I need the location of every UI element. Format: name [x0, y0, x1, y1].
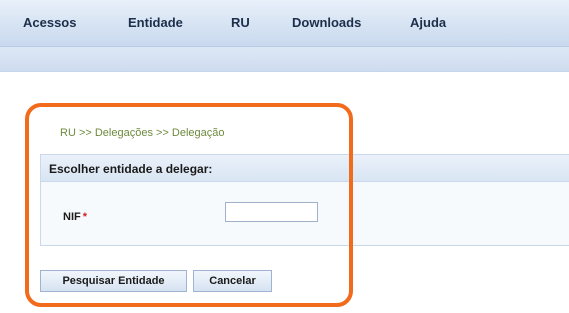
nif-label: NIF *: [63, 211, 87, 223]
required-marker: *: [82, 211, 88, 223]
nav-item-ajuda[interactable]: Ajuda: [410, 15, 446, 30]
delegation-form-panel: Escolher entidade a delegar: NIF *: [40, 154, 569, 246]
cancel-button[interactable]: Cancelar: [193, 270, 272, 292]
nav-item-entidade[interactable]: Entidade: [128, 15, 183, 30]
top-navigation-bar: Acessos Entidade RU Downloads Ajuda: [0, 0, 569, 47]
page: Acessos Entidade RU Downloads Ajuda RU >…: [0, 0, 569, 313]
nif-label-text: NIF: [63, 211, 81, 223]
nav-item-acessos[interactable]: Acessos: [23, 15, 76, 30]
panel-header: Escolher entidade a delegar:: [41, 155, 569, 182]
nav-item-ru[interactable]: RU: [231, 15, 250, 30]
search-entity-button[interactable]: Pesquisar Entidade: [40, 270, 187, 292]
nav-item-downloads[interactable]: Downloads: [292, 15, 361, 30]
sub-navigation-bar: [0, 47, 569, 72]
breadcrumb: RU >> Delegações >> Delegação: [60, 127, 225, 139]
nif-input[interactable]: [225, 202, 318, 222]
panel-title: Escolher entidade a delegar:: [49, 162, 213, 176]
